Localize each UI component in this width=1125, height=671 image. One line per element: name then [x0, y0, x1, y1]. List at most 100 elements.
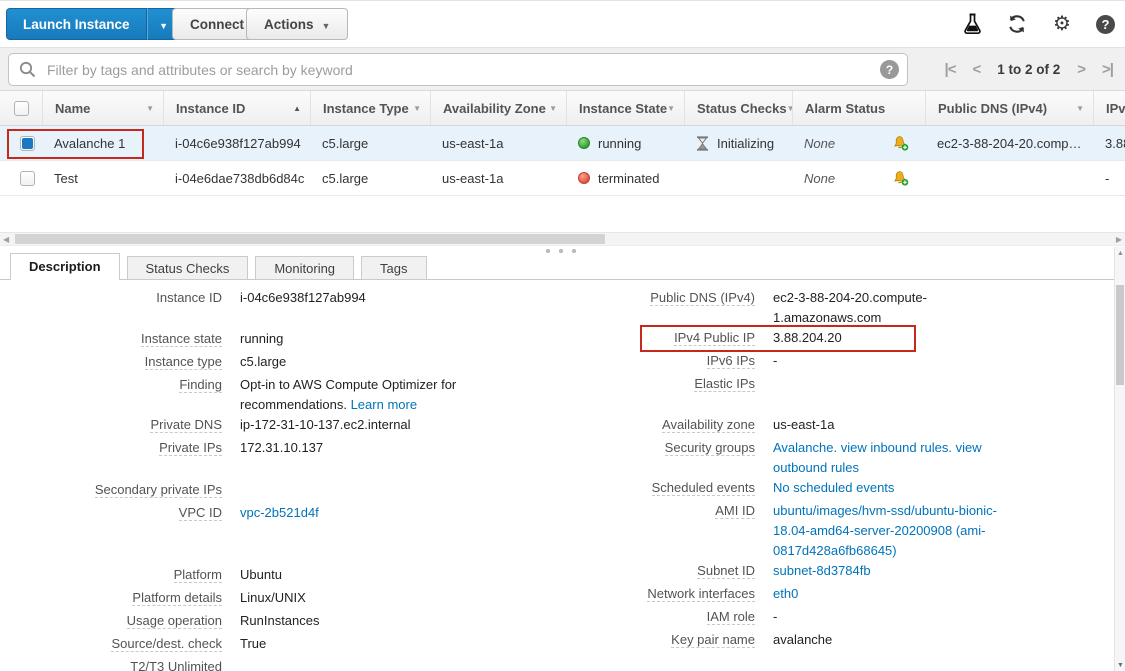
subnet-id-link[interactable]: subnet-8d3784fb [773, 563, 871, 578]
header-icon-group: ⚙ ? [961, 13, 1115, 35]
cell-name: Avalanche 1 [42, 126, 163, 160]
vpc-id-link[interactable]: vpc-2b521d4f [240, 505, 319, 520]
network-interface-link[interactable]: eth0 [773, 586, 798, 601]
cell-instance-state: terminated [566, 161, 684, 195]
select-all-checkbox-cell [0, 91, 42, 125]
column-header-instance-type[interactable]: Instance Type▼ [310, 91, 430, 125]
filter-input[interactable] [8, 53, 908, 86]
cell-status-checks: Initializing [684, 126, 792, 160]
sort-caret-icon: ▼ [413, 104, 421, 113]
field-usage-operation: Usage operation RunInstances [8, 611, 556, 634]
pagination: |< < 1 to 2 of 2 > >| [945, 48, 1113, 90]
actions-button[interactable]: Actions▼ [246, 8, 348, 40]
horizontal-scrollbar: ◀ ▶ [0, 232, 1125, 246]
previous-page-button[interactable]: < [972, 61, 980, 78]
scroll-down-icon[interactable]: ▼ [1117, 662, 1124, 669]
field-platform: Platform Ubuntu [8, 565, 556, 588]
field-scheduled-events: Scheduled events No scheduled events [563, 478, 1108, 501]
cell-public-ip: 3.88.204.20 [1093, 126, 1125, 160]
field-secondary-private-ips: Secondary private IPs [8, 480, 556, 503]
cell-alarm-status: None [792, 126, 925, 160]
horizontal-scrollbar-thumb[interactable] [15, 234, 605, 244]
filter-help-icon[interactable]: ? [880, 60, 899, 79]
field-availability-zone: Availability zone us-east-1a [563, 415, 1108, 438]
column-header-status-checks[interactable]: Status Checks▼ [684, 91, 792, 125]
search-icon [19, 61, 36, 81]
tab-status-checks[interactable]: Status Checks [127, 256, 249, 280]
description-panel: Instance ID i-04c6e938f127ab994 Instance… [0, 280, 1112, 671]
create-alarm-bell-icon[interactable] [892, 135, 909, 151]
security-group-link[interactable]: Avalanche. [773, 440, 837, 455]
row-checkbox-cell [0, 161, 42, 195]
field-ipv4-public-ip: IPv4 Public IP 3.88.204.20 [563, 328, 1108, 351]
refresh-icon[interactable] [1006, 13, 1028, 35]
column-header-name[interactable]: Name▼ [42, 91, 163, 125]
pagination-range: 1 to 2 of 2 [997, 62, 1060, 77]
launch-instance-button[interactable]: Launch Instance [6, 8, 147, 40]
field-vpc-id: VPC ID vpc-2b521d4f [8, 503, 556, 526]
select-all-checkbox[interactable] [14, 101, 29, 116]
field-private-ips: Private IPs 172.31.10.137 [8, 438, 556, 461]
column-header-public-dns[interactable]: Public DNS (IPv4)▼ [925, 91, 1093, 125]
vertical-scrollbar: ▲ ▼ [1114, 247, 1125, 671]
field-ami-id: AMI ID ubuntu/images/hvm-ssd/ubuntu-bion… [563, 501, 1108, 561]
scheduled-events-link[interactable]: No scheduled events [773, 480, 894, 495]
field-subnet-id: Subnet ID subnet-8d3784fb [563, 561, 1108, 584]
tab-monitoring[interactable]: Monitoring [255, 256, 354, 280]
table-row-test[interactable]: Test i-04e6dae738db6d84c c5.large us-eas… [0, 161, 1125, 196]
scroll-left-icon[interactable]: ◀ [3, 235, 9, 244]
column-header-instance-state[interactable]: Instance State▼ [566, 91, 684, 125]
help-icon[interactable]: ? [1096, 15, 1115, 34]
vertical-scrollbar-thumb[interactable] [1116, 285, 1124, 385]
launch-instance-split-button: Launch Instance ▼ [6, 8, 181, 40]
sort-caret-icon: ▼ [549, 104, 557, 113]
column-header-ipv4-public-ip[interactable]: IPv4 Public IP [1093, 91, 1125, 125]
field-source-dest-check: Source/dest. check True [8, 634, 556, 657]
next-page-button[interactable]: > [1077, 61, 1085, 78]
column-header-instance-id[interactable]: Instance ID▲ [163, 91, 310, 125]
instances-table: Name▼ Instance ID▲ Instance Type▼ Availa… [0, 91, 1125, 196]
cell-alarm-status: None [792, 161, 925, 195]
ami-id-link[interactable]: ubuntu/images/hvm-ssd/ubuntu-bionic-18.0… [773, 503, 997, 558]
create-alarm-bell-icon[interactable] [892, 170, 909, 186]
running-state-icon [578, 137, 590, 149]
panel-resize-handle[interactable] [546, 249, 576, 253]
field-instance-state: Instance state running [8, 329, 556, 352]
field-public-dns: Public DNS (IPv4) ec2-3-88-204-20.comput… [563, 288, 1108, 328]
column-header-alarm-status[interactable]: Alarm Status [792, 91, 925, 125]
table-header: Name▼ Instance ID▲ Instance Type▼ Availa… [0, 91, 1125, 126]
cell-public-dns [925, 161, 1093, 195]
gear-icon[interactable]: ⚙ [1051, 13, 1073, 35]
field-key-pair-name: Key pair name avalanche [563, 630, 1108, 653]
column-header-availability-zone[interactable]: Availability Zone▼ [430, 91, 566, 125]
table-row-avalanche-1[interactable]: Avalanche 1 i-04c6e938f127ab994 c5.large… [0, 126, 1125, 161]
field-instance-id: Instance ID i-04c6e938f127ab994 [8, 288, 556, 311]
labs-flask-icon[interactable] [961, 13, 983, 35]
description-left-column: Instance ID i-04c6e938f127ab994 Instance… [8, 288, 556, 671]
ec2-instances-page: Launch Instance ▼ Connect Actions▼ [0, 0, 1125, 671]
field-platform-details: Platform details Linux/UNIX [8, 588, 556, 611]
description-right-column: Public DNS (IPv4) ec2-3-88-204-20.comput… [563, 288, 1108, 653]
tab-tags[interactable]: Tags [361, 256, 426, 280]
learn-more-link[interactable]: Learn more [351, 397, 417, 412]
field-elastic-ips: Elastic IPs [563, 374, 1108, 397]
cell-instance-type: c5.large [310, 126, 430, 160]
scroll-right-icon[interactable]: ▶ [1116, 235, 1122, 244]
field-instance-type: Instance type c5.large [8, 352, 556, 375]
cell-name: Test [42, 161, 163, 195]
sort-caret-icon: ▼ [146, 104, 154, 113]
cell-instance-id: i-04e6dae738db6d84c [163, 161, 310, 195]
terminated-state-icon [578, 172, 590, 184]
last-page-button[interactable]: >| [1102, 61, 1113, 78]
row-checkbox[interactable] [20, 171, 35, 186]
row-checkbox[interactable] [20, 136, 35, 151]
row-checkbox-cell [0, 126, 42, 160]
view-inbound-rules-link[interactable]: view inbound rules. [841, 440, 952, 455]
sort-caret-icon: ▼ [667, 104, 675, 113]
field-ipv6-ips: IPv6 IPs - [563, 351, 1108, 374]
cell-status-checks [684, 161, 792, 195]
tab-description[interactable]: Description [10, 253, 120, 280]
field-t2-t3-unlimited: T2/T3 Unlimited [8, 657, 556, 671]
first-page-button[interactable]: |< [945, 61, 956, 78]
scroll-up-icon[interactable]: ▲ [1117, 250, 1124, 257]
